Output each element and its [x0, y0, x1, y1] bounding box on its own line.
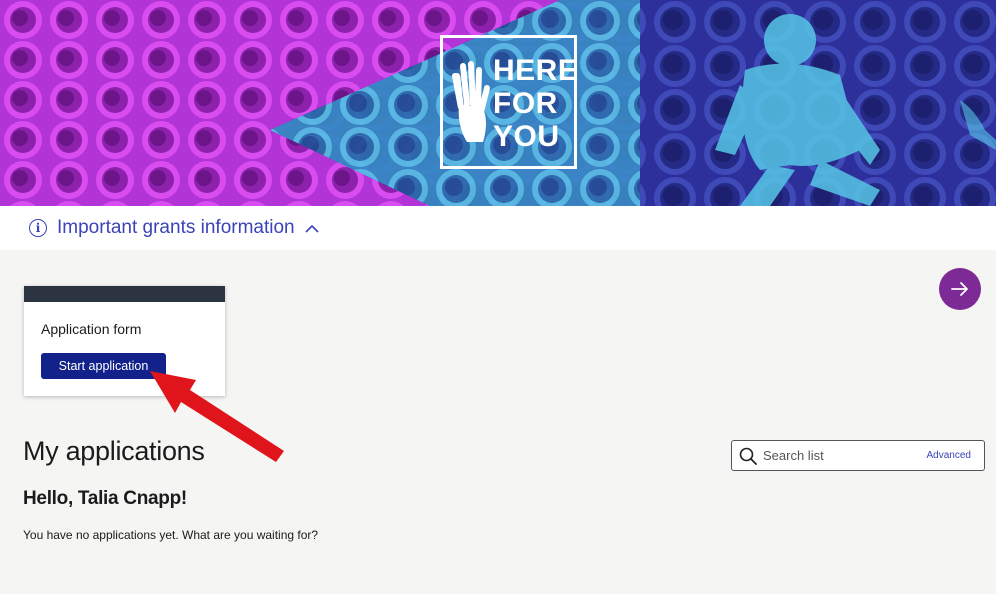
search-box: Advanced	[731, 440, 985, 471]
advanced-search-link[interactable]: Advanced	[927, 450, 971, 461]
info-icon: i	[29, 219, 47, 237]
chevron-up-icon	[305, 220, 319, 236]
empty-message: You have no applications yet. What are y…	[23, 528, 319, 542]
hero-banner: HERE FOR YOU	[0, 0, 996, 206]
card-header	[24, 286, 225, 302]
grants-info-label: Important grants information	[57, 217, 295, 238]
my-applications-heading: My applications	[23, 436, 205, 466]
greeting-heading: Hello, Talia Cnapp!	[23, 488, 187, 509]
arrow-right-icon	[951, 282, 968, 296]
logo-line-for: FOR	[493, 87, 558, 120]
here-for-you-logo: HERE FOR YOU	[440, 35, 579, 169]
logo-line-you: YOU	[493, 120, 560, 153]
hand-icon	[452, 61, 490, 142]
grants-info-toggle[interactable]: i Important grants information	[0, 206, 996, 250]
next-button[interactable]	[939, 268, 981, 310]
search-icon	[739, 447, 757, 465]
logo-line-here: HERE	[493, 54, 579, 87]
application-form-card: Application form Start application	[24, 286, 225, 396]
start-application-button[interactable]: Start application	[41, 353, 166, 379]
card-title: Application form	[41, 321, 142, 337]
search-input[interactable]	[763, 448, 913, 463]
